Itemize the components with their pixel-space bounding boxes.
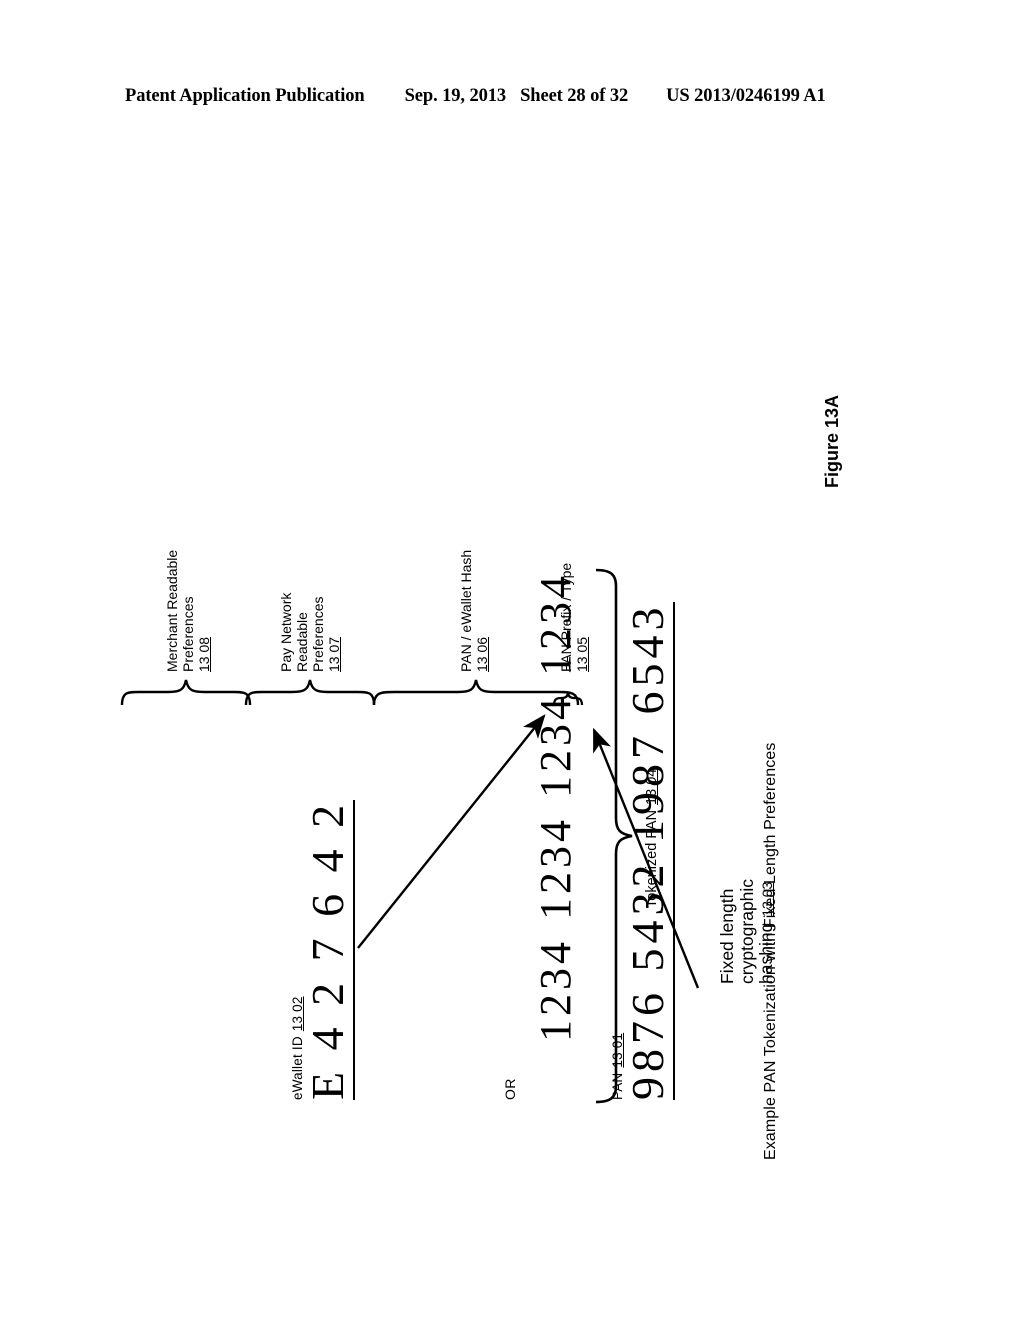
segment-pan-prefix-ref: 13 05 [574,636,591,672]
segment-pan-prefix-line-1: PAN Prefix / Type [558,562,574,672]
segment-pan-hash-line-1: PAN / eWallet Hash [458,549,474,672]
figure-caption: Example PAN Tokenization with Fixed Leng… [762,742,779,1160]
or-separator: OR [502,1078,518,1100]
segment-label-pan-prefix: PAN Prefix / Type 13 05 [558,563,590,672]
header-date: Sep. 19, 2013 [404,86,507,106]
pan-block: PAN13 01 9876 5432 1987 6543 [610,602,675,1100]
brace-merchant [120,679,252,706]
segment-label-pan-hash: PAN / eWallet Hash 13 06 [458,550,490,672]
brace-pay-network [244,679,376,706]
tokenized-pan-ref: 13 04 [644,768,660,805]
ewallet-id-block: eWallet ID13 02 E 4 2 7 6 4 2 [290,799,355,1100]
token-group-2: 1234 [531,816,580,920]
segment-merchant-ref: 13 08 [196,636,213,672]
arrow-ewallet-to-hash [357,714,546,949]
figure-line-art [120,568,700,1104]
token-group-1: 1234 [531,938,580,1042]
page-header: Patent Application Publication Sep. 19, … [125,86,900,112]
segment-merchant-line-1: Merchant Readable [164,549,180,672]
figure-number: Figure 13A [822,394,842,488]
segment-label-merchant: Merchant Readable Preferences 13 08 [164,550,212,672]
header-patent-number: US 2013/0246199 A1 [666,86,826,106]
segment-pay-network-line-1: Pay Network [278,592,294,672]
header-sheet: Sheet 28 of 32 [520,86,629,106]
segment-label-pay-network: Pay Network Readable Preferences 13 07 [278,593,342,672]
token-group-3: 1234 [531,694,580,798]
segment-pay-network-ref: 13 07 [326,636,343,672]
ewallet-id-digits: E 4 2 7 6 4 2 [302,799,355,1100]
segment-pay-network-line-2: Readable [294,612,311,672]
hashing-line-2: cryptographic [736,878,757,984]
segment-pay-network-line-3: Preferences [310,596,327,672]
segment-pan-hash-ref: 13 06 [474,636,491,672]
header-publication: Patent Application Publication [125,86,365,106]
patent-figure: eWallet ID13 02 E 4 2 7 6 4 2 OR PAN13 0… [120,160,862,1160]
hashing-line-1: Fixed length [717,888,737,984]
tokenized-pan-label: Tokenized PAN 13 04 [644,769,660,908]
tokenized-pan-label-text: Tokenized PAN [644,809,660,908]
segment-merchant-line-2: Preferences [180,596,197,672]
